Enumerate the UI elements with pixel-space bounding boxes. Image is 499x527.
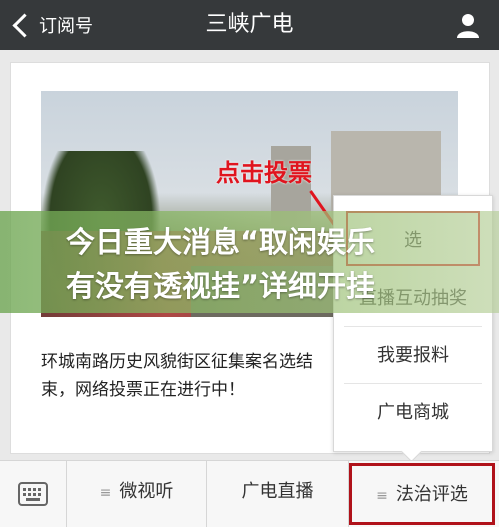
banner-line-1: 今日重大消息“取闲娱乐 (66, 225, 376, 259)
menu-icon: ≡ (99, 485, 112, 501)
banner-line-2: 有没有透视挂”详细开挂 (66, 269, 376, 303)
popup-caret (400, 440, 423, 463)
tab-label: 法治评选 (395, 484, 468, 505)
article-caption: 环城南路历史风貌街区征集案名选结束，网络投票正在进行中！ (41, 352, 313, 400)
tab-legal-vote[interactable]: ≡ 法治评选 (349, 463, 495, 525)
chevron-left-icon (12, 12, 37, 38)
person-icon[interactable] (455, 12, 481, 38)
popup-item-report[interactable]: 我要报料 (344, 327, 482, 384)
popup-item-mall[interactable]: 广电商城 (344, 384, 482, 441)
back-label: 订阅号 (39, 16, 93, 37)
photo-overlay-label: 点击投票 (216, 159, 312, 187)
bottom-tab-bar: ≡ 微视听 广电直播 ≡ 法治评选 (0, 460, 499, 527)
keyboard-toggle[interactable] (0, 461, 67, 527)
overlay-banner: 今日重大消息“取闲娱乐 有没有透视挂”详细开挂 (0, 211, 499, 313)
tab-live[interactable]: 广电直播 (207, 461, 349, 527)
top-nav-bar: 三峡广电 订阅号 (0, 0, 499, 50)
keyboard-icon (18, 482, 48, 506)
menu-icon: ≡ (376, 488, 388, 504)
tab-micro-video[interactable]: ≡ 微视听 (67, 461, 207, 527)
tab-label: 广电直播 (241, 481, 314, 502)
back-button[interactable]: 订阅号 (10, 0, 93, 50)
tab-label: 微视听 (119, 481, 174, 502)
